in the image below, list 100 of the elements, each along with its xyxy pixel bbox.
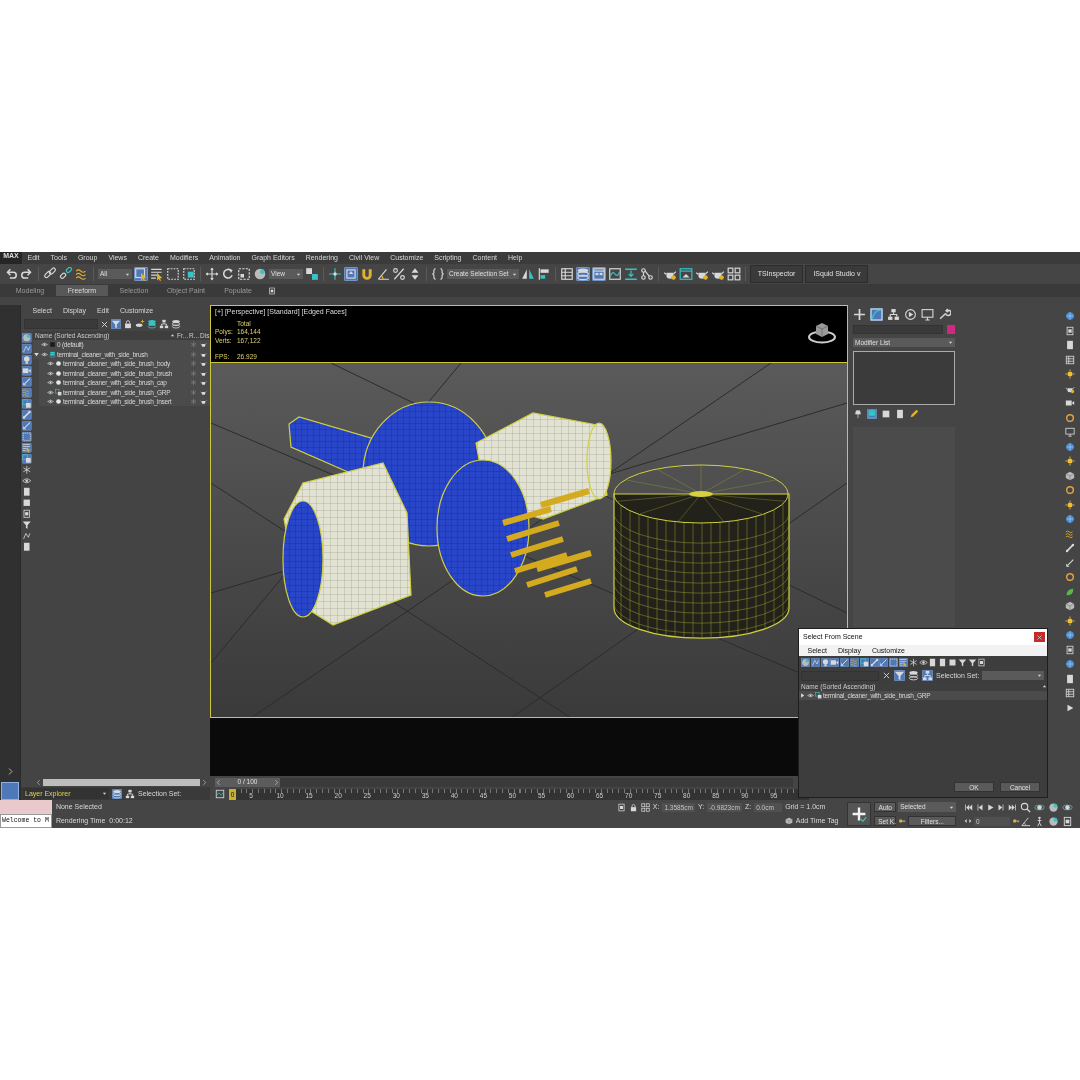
shape-icon[interactable] (810, 658, 820, 667)
scrollbar-thumb[interactable] (43, 778, 200, 786)
bone-icon[interactable] (1065, 543, 1075, 553)
plus-icon[interactable] (853, 308, 866, 321)
globe-icon[interactable] (1065, 311, 1075, 321)
bone-icon[interactable] (869, 658, 879, 667)
curve-icon[interactable] (215, 789, 225, 799)
table-icon[interactable] (559, 267, 574, 281)
globe-icon[interactable] (1065, 630, 1075, 640)
framed-window-icon[interactable] (678, 267, 693, 281)
framed-square-icon[interactable] (268, 286, 276, 295)
framed-square-icon[interactable] (22, 509, 32, 519)
sun-icon[interactable] (1065, 615, 1075, 626)
download-icon[interactable] (623, 267, 638, 281)
page-icon[interactable] (895, 409, 905, 419)
color-swatch[interactable] (947, 325, 955, 334)
play-icon[interactable] (986, 802, 996, 812)
set-key-button[interactable] (847, 802, 872, 826)
square-icon[interactable] (947, 658, 957, 667)
page-icon[interactable] (22, 542, 32, 552)
window-select-icon[interactable] (182, 267, 196, 281)
expand-triangle-icon[interactable] (799, 692, 806, 700)
table-icon[interactable] (1065, 354, 1075, 365)
skip-start-icon[interactable] (964, 802, 974, 812)
ring-icon[interactable] (1065, 412, 1075, 423)
hierarchy-icon[interactable] (159, 319, 169, 329)
wave-icon[interactable] (75, 267, 89, 281)
eye-icon[interactable] (41, 350, 48, 358)
broken-link-icon[interactable] (59, 267, 73, 281)
layers-icon[interactable] (575, 267, 590, 281)
list-cursor-icon[interactable] (898, 658, 908, 667)
search-icon[interactable] (1020, 801, 1032, 813)
page-icon[interactable] (928, 658, 938, 667)
layers-icon[interactable] (112, 788, 122, 799)
angle-icon[interactable] (376, 267, 390, 281)
sphere-icon[interactable] (1048, 801, 1060, 813)
redo-icon[interactable] (20, 267, 34, 281)
lock-icon[interactable] (123, 319, 133, 329)
group-icon[interactable] (22, 399, 32, 409)
step-back-icon[interactable] (975, 802, 985, 812)
page-icon[interactable] (1065, 673, 1075, 684)
modify-curve-icon[interactable] (870, 308, 883, 321)
camera-icon[interactable] (1065, 398, 1075, 408)
teapot-icon[interactable] (200, 360, 207, 368)
braces-icon[interactable] (431, 267, 445, 281)
group-icon[interactable] (859, 658, 869, 667)
camera-icon[interactable] (22, 366, 32, 376)
pin-icon[interactable] (853, 409, 863, 419)
page-icon[interactable] (1065, 340, 1075, 350)
globe-icon[interactable] (1065, 514, 1075, 524)
teapot-icon[interactable] (200, 350, 207, 358)
sphere-icon[interactable] (253, 267, 267, 281)
shape-icon[interactable] (22, 531, 32, 541)
lock-icon[interactable] (628, 802, 638, 812)
panel-icon[interactable] (591, 267, 606, 281)
shape-icon[interactable] (22, 344, 32, 354)
dashed-rectangle-icon[interactable] (166, 267, 180, 281)
select-cursor-icon[interactable] (134, 267, 148, 281)
cube-icon[interactable] (1065, 601, 1075, 611)
ring-icon[interactable] (1065, 572, 1075, 582)
leaf-icon[interactable] (1065, 586, 1075, 597)
link-icon[interactable] (43, 267, 57, 281)
close-button[interactable] (1034, 632, 1045, 642)
ring-icon[interactable] (1065, 485, 1075, 495)
pencil-icon[interactable] (909, 409, 919, 419)
hierarchy-icon[interactable] (887, 308, 900, 321)
undo-icon[interactable] (4, 267, 18, 281)
bone-icon[interactable] (22, 410, 32, 420)
wave-icon[interactable] (22, 388, 32, 398)
cube-icon[interactable] (1065, 470, 1075, 481)
wave-icon[interactable] (1065, 528, 1075, 539)
modifier-stack[interactable] (853, 351, 955, 405)
caret-left-icon[interactable] (35, 778, 42, 786)
square-icon[interactable] (881, 409, 891, 419)
list-cursor-icon[interactable] (22, 443, 32, 453)
percent-icon[interactable] (392, 267, 406, 281)
layers-icon[interactable] (171, 319, 181, 329)
motion-icon[interactable] (904, 308, 917, 321)
wrench-icon[interactable] (938, 308, 951, 321)
collapse-triangle-icon[interactable] (33, 350, 40, 358)
framed-square-icon[interactable] (1065, 325, 1075, 336)
dashed-rectangle-icon[interactable] (22, 432, 32, 442)
sphere-icon[interactable] (1048, 815, 1060, 827)
camera-icon[interactable] (830, 658, 840, 667)
monitor-icon[interactable] (921, 308, 934, 321)
list-cursor-icon[interactable] (150, 267, 164, 281)
eye-icon[interactable] (807, 692, 814, 700)
sun-icon[interactable] (1065, 456, 1075, 466)
framed-square-icon[interactable] (1065, 644, 1075, 655)
four-squares-icon[interactable] (640, 802, 650, 812)
eye-icon[interactable] (47, 379, 54, 387)
cube-icon[interactable] (784, 817, 793, 826)
globe-icon[interactable] (1065, 659, 1075, 669)
teapot-icon[interactable] (200, 369, 207, 377)
framed-square-icon[interactable] (616, 802, 626, 812)
play-icon[interactable] (1065, 702, 1075, 713)
bulb-icon[interactable] (22, 355, 32, 365)
scale-icon[interactable] (237, 267, 251, 281)
mirror-icon[interactable] (520, 267, 535, 281)
hierarchy-icon[interactable] (125, 788, 135, 799)
